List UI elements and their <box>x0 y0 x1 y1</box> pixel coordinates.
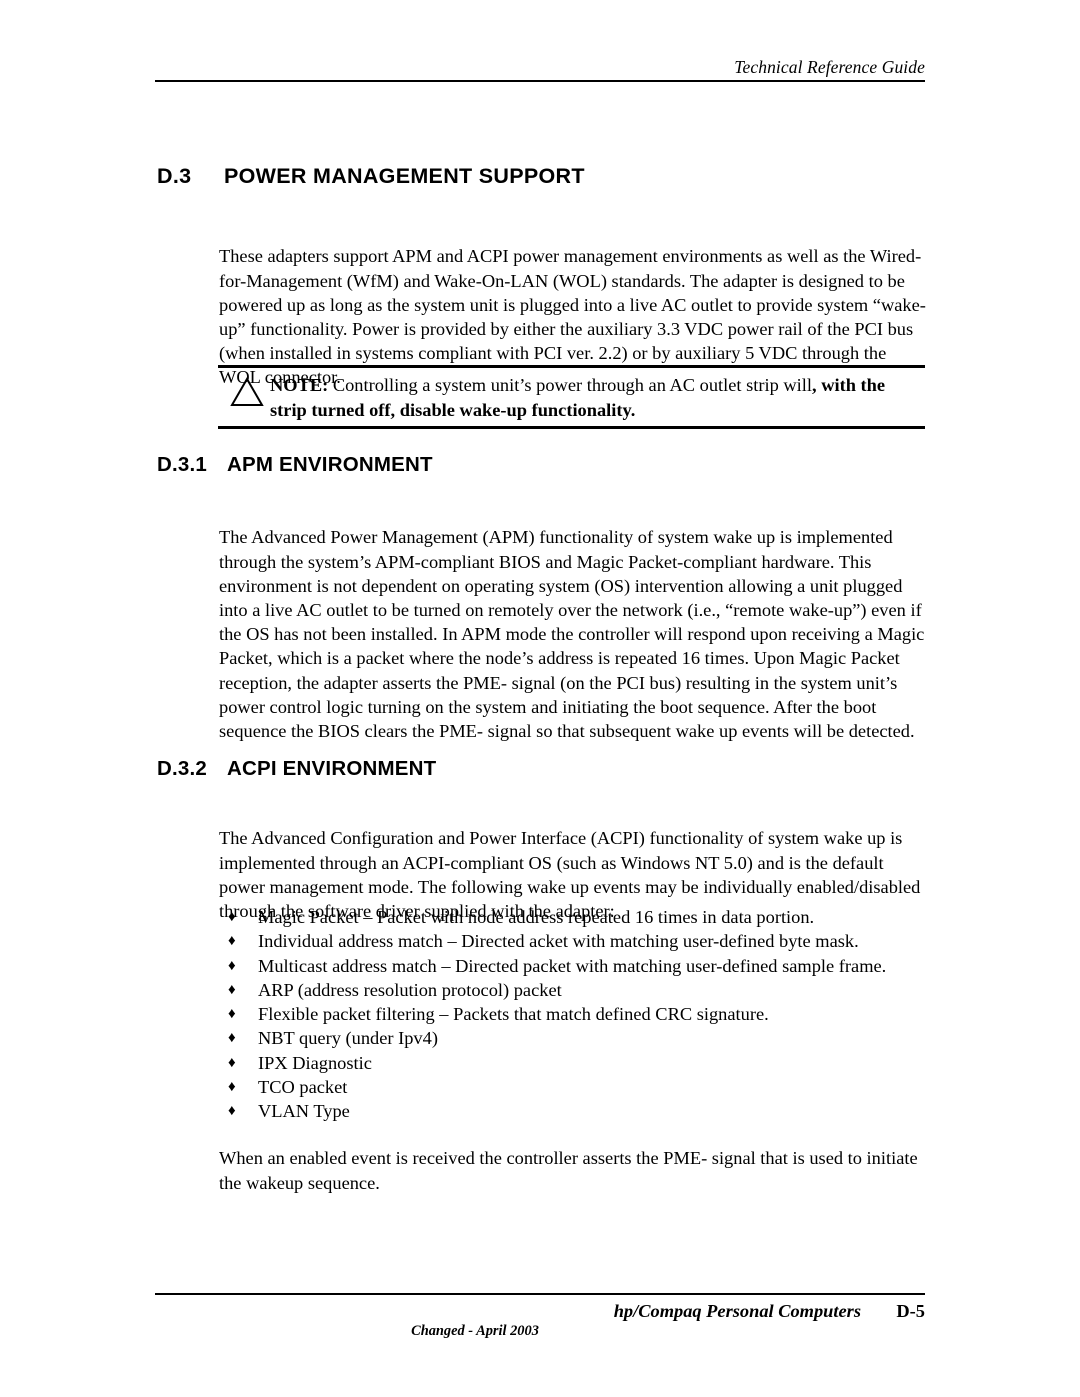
list-item-label: TCO packet <box>258 1077 348 1098</box>
section-number-d31: D.3.1 <box>157 453 207 476</box>
note-label: NOTE: <box>270 375 329 395</box>
list-item-label: IPX Diagnostic <box>258 1052 372 1073</box>
footer-changed-date: Changed - April 2003 <box>411 1323 539 1339</box>
footer-brand: hp/Compaq Personal Computers <box>613 1301 861 1321</box>
document-page: Technical Reference Guide D.3 POWER MANAG… <box>0 0 1080 1397</box>
diamond-bullet-icon: ♦ <box>228 933 236 950</box>
list-item-label: Magic Packet – Packet with node address … <box>258 907 815 927</box>
list-item-label: NBT query (under Ipv4) <box>258 1028 438 1049</box>
header-title: Technical Reference Guide <box>734 57 925 77</box>
note-text: NOTE: Controlling a system unit’s power … <box>270 373 925 422</box>
footer-page-number: D-5 <box>896 1301 925 1321</box>
paragraph-d32-closing: When an enabled event is received the co… <box>219 1148 918 1193</box>
section-title-d3: POWER MANAGEMENT SUPPORT <box>224 164 585 188</box>
list-item-label: Multicast address match – Directed packe… <box>258 955 887 976</box>
section-title-d31: APM ENVIRONMENT <box>227 453 433 476</box>
diamond-bullet-icon: ♦ <box>228 1006 236 1023</box>
section-heading-d3: D.3 POWER MANAGEMENT SUPPORT <box>157 164 585 189</box>
section-title-d32: ACPI ENVIRONMENT <box>227 757 437 780</box>
section-number-d32: D.3.2 <box>157 757 207 780</box>
list-item-label: ARP (address resolution protocol) packet <box>258 979 562 1000</box>
wake-event-list: ♦ Magic Packet – Packet with node address… <box>228 905 928 1124</box>
section-heading-d31: D.3.1 APM ENVIRONMENT <box>157 453 433 477</box>
paragraph-d31-body: The Advanced Power Management (APM) func… <box>219 527 925 742</box>
diamond-bullet-icon: ♦ <box>228 1030 236 1047</box>
diamond-bullet-icon: ♦ <box>228 1079 236 1096</box>
list-item: ♦ Flexible packet filtering – Packets tha… <box>228 1002 928 1026</box>
section-heading-d32: D.3.2 ACPI ENVIRONMENT <box>157 757 436 781</box>
list-item: ♦ Multicast address match – Directed pack… <box>228 954 928 978</box>
warning-triangle-icon <box>218 373 270 407</box>
list-item: ♦ IPX Diagnostic <box>228 1051 928 1075</box>
diamond-bullet-icon: ♦ <box>228 909 236 925</box>
diamond-bullet-icon: ♦ <box>228 957 236 974</box>
diamond-bullet-icon: ♦ <box>228 1054 236 1071</box>
list-item: ♦ Magic Packet – Packet with node address… <box>228 905 928 929</box>
list-item-label: Flexible packet filtering – Packets that… <box>258 1004 769 1025</box>
list-item-label: Individual address match – Directed acke… <box>258 931 859 952</box>
note-box: NOTE: Controlling a system unit’s power … <box>218 365 925 429</box>
note-text-regular: Controlling a system unit’s power throug… <box>328 375 812 395</box>
list-item-label: VLAN Type <box>258 1101 350 1122</box>
list-item: ♦ Individual address match – Directed ack… <box>228 929 928 953</box>
list-item: ♦ ARP (address resolution protocol) packe… <box>228 978 928 1002</box>
page-header: Technical Reference Guide <box>155 57 925 83</box>
note-rule-bottom <box>218 426 925 429</box>
diamond-bullet-icon: ♦ <box>228 981 236 998</box>
header-rule <box>155 80 925 83</box>
footer-rule <box>155 1293 925 1295</box>
list-item: ♦ NBT query (under Ipv4) <box>228 1026 928 1050</box>
section-number-d3: D.3 <box>157 164 192 188</box>
list-item: ♦ VLAN Type <box>228 1099 928 1123</box>
page-footer: hp/Compaq Personal Computers D-5 Changed… <box>155 1293 925 1339</box>
diamond-bullet-icon: ♦ <box>228 1103 236 1120</box>
list-item: ♦ TCO packet <box>228 1075 928 1099</box>
